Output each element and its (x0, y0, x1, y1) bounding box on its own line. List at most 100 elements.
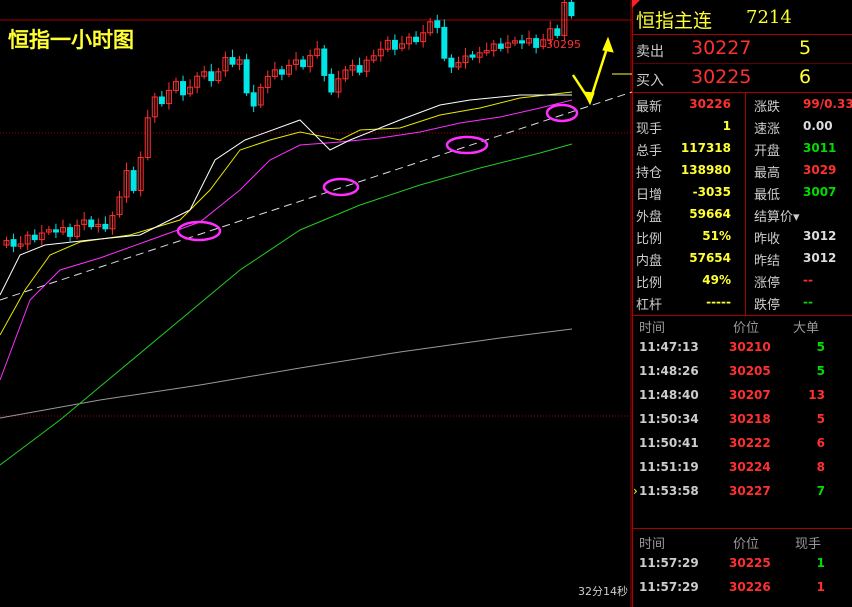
stat-label: 最高 (754, 166, 781, 181)
ma-mid-line (0, 91, 573, 336)
stat-value: ----- (706, 295, 731, 309)
tick-time: 11:47:13 (639, 340, 699, 354)
stat-row: 最新 30226 涨跌 99/0.33 (633, 93, 852, 115)
high-price-marker: 30295 (546, 38, 581, 51)
tick-quantity: 5 (816, 364, 825, 378)
tick-row[interactable]: 11:47:13 30210 5 (633, 336, 852, 360)
chart-title: 恒指一小时图 (8, 28, 134, 52)
candle-body (434, 20, 441, 28)
stat-row: 持仓 138980 最高 3029 (633, 159, 852, 181)
stat-value: 3012 (803, 251, 837, 265)
tick-row[interactable]: 11:50:34 30218 5 (633, 408, 852, 432)
tick-row[interactable]: 11:57:29 30226 1 (633, 576, 852, 600)
tick-quantity: 7 (816, 484, 825, 498)
candle-body (67, 227, 74, 237)
tick-time: 11:57:29 (639, 580, 699, 594)
stat-row: 内盘 57654 昨结 3012 (633, 247, 852, 269)
stat-value: 49% (702, 273, 731, 287)
tick-quantity: 13 (808, 388, 825, 402)
bid-volume: 6 (799, 66, 812, 88)
tick-row[interactable]: 11:51:19 30224 8 (633, 456, 852, 480)
tick-row[interactable]: 11:57:29 30225 1 (633, 552, 852, 576)
stat-row: 比例 49% 涨停 -- (633, 269, 852, 291)
tick-price: 30210 (729, 340, 771, 354)
candlestick-chart[interactable]: 30295 恒指一小时图 32分14秒 (0, 0, 632, 607)
header-time: 时间 (639, 537, 666, 552)
candle-body (469, 54, 476, 58)
tick-row[interactable]: › 11:53:58 30227 7 (633, 480, 852, 504)
stat-label: 开盘 (754, 144, 781, 159)
stat-value: 3012 (803, 229, 837, 243)
stat-label: 总手 (636, 144, 663, 159)
tick-price: 30205 (729, 364, 771, 378)
annotation-circle (322, 177, 360, 197)
quote-panel: 恒指主连 7214 卖出 30227 5 买入 30225 6 最新 30226 涨… (632, 0, 852, 607)
tick-row[interactable]: 11:48:26 30205 5 (633, 360, 852, 384)
tick-time: 11:48:40 (639, 388, 699, 402)
candle-body (229, 57, 236, 65)
tick-price: 30226 (729, 580, 771, 594)
arrowhead-icon (602, 36, 614, 53)
tick-quantity: 1 (816, 580, 825, 594)
candle-body (441, 26, 448, 59)
tick-time: 11:53:58 (639, 484, 699, 498)
candle-body (568, 1, 575, 17)
tick-price: 30222 (729, 436, 771, 450)
tick-time: 11:50:41 (639, 436, 699, 450)
tick-price: 30225 (729, 556, 771, 570)
instrument-code: 7214 (746, 7, 792, 28)
big-order-header: 时间 价位 大单 (633, 314, 852, 336)
stat-value: 51% (702, 229, 731, 243)
tick-quantity: 5 (816, 412, 825, 426)
stat-value: 59664 (689, 207, 731, 221)
stat-label: 昨结 (754, 254, 781, 269)
stat-value: -3035 (692, 185, 731, 199)
header-big-order: 大单 (793, 321, 820, 336)
candle-body (243, 59, 250, 94)
big-order-ticks[interactable]: 时间 价位 大单 11:47:13 30210 5 11:48:26 30205 5 11:… (633, 314, 852, 529)
ask-row[interactable]: 卖出 30227 5 (633, 35, 852, 64)
tick-row[interactable]: 11:50:41 30222 6 (633, 432, 852, 456)
tick-time: 11:48:26 (639, 364, 699, 378)
candle-body (533, 38, 540, 48)
candle-body (88, 219, 95, 228)
ask-price: 30227 (691, 37, 752, 59)
stat-label: 昨收 (754, 232, 781, 247)
annotation-circle (445, 135, 489, 155)
stat-value: -- (803, 273, 813, 287)
stat-value: 117318 (680, 141, 731, 155)
stat-label: 涨停 (754, 276, 781, 291)
bid-row[interactable]: 买入 30225 6 (633, 64, 852, 93)
stat-row: 总手 117318 开盘 3011 (633, 137, 852, 159)
candle-body (10, 239, 17, 247)
candle-body (391, 39, 398, 50)
stat-label: 持仓 (636, 166, 663, 181)
stat-label: 比例 (636, 276, 663, 291)
ask-volume: 5 (799, 37, 812, 59)
header-volume: 现手 (795, 537, 822, 552)
stat-value: 30226 (689, 97, 731, 111)
candle-body (328, 73, 335, 93)
stat-row: 比例 51% 昨收 3012 (633, 225, 852, 247)
live-ticks-header: 时间 价位 现手 (633, 530, 852, 552)
stat-value: 3007 (803, 185, 837, 199)
candle-body (321, 48, 328, 76)
arrowhead-icon (583, 91, 595, 106)
header-time: 时间 (639, 321, 666, 336)
tick-time: 11:51:19 (639, 460, 699, 474)
instrument-header[interactable]: 恒指主连 7214 (632, 0, 852, 35)
stat-label: 涨跌 (754, 100, 781, 115)
stat-value: 0.00 (803, 119, 833, 133)
stat-label: 日增 (636, 188, 663, 203)
tick-quantity: 5 (816, 340, 825, 354)
bid-label: 买入 (636, 73, 664, 89)
candle-body (250, 92, 257, 107)
stat-value: -- (803, 295, 813, 309)
candle-body (413, 36, 420, 43)
candle-body (278, 69, 285, 75)
candle-body (448, 57, 455, 68)
tick-row[interactable]: 11:48:40 30207 13 (633, 384, 852, 408)
chart-canvas[interactable]: 30295 (0, 0, 632, 607)
ma-longest-line (0, 328, 573, 419)
live-ticks[interactable]: 时间 价位 现手 11:57:29 30225 1 11:57:29 30226 1 (633, 530, 852, 607)
